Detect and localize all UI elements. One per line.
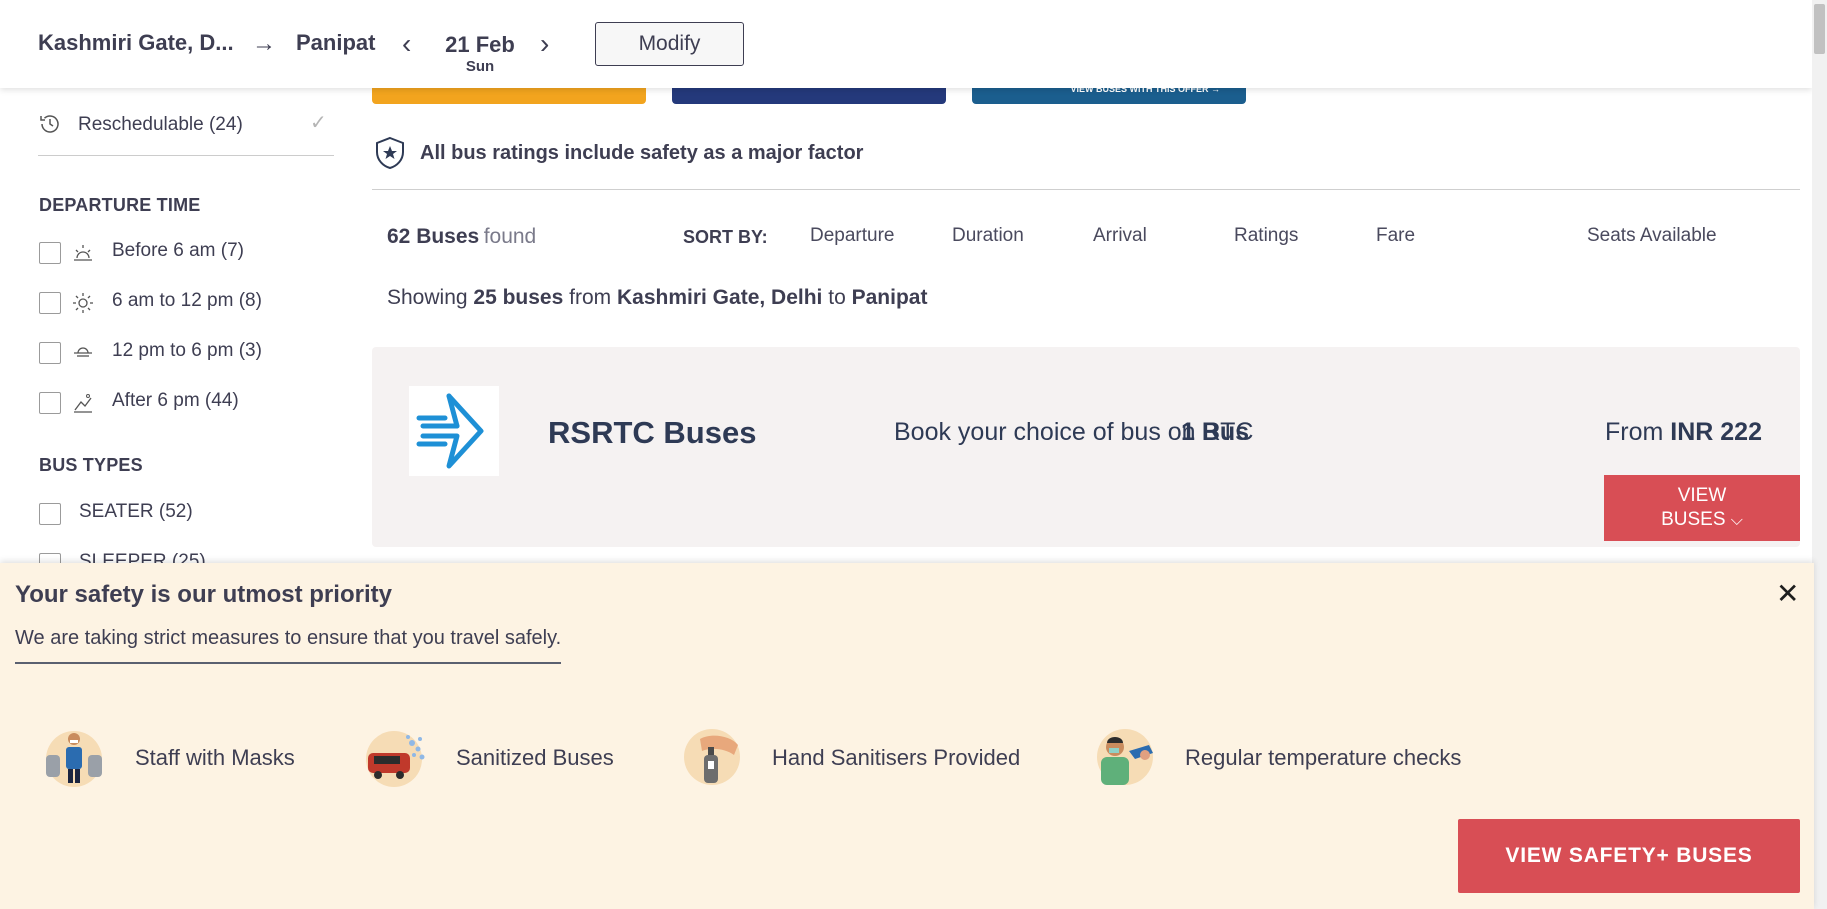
safety-rating-note-text: All bus ratings include safety as a majo… bbox=[420, 142, 864, 164]
view-buses-button[interactable]: VIEW BUSES ⌵ bbox=[1604, 475, 1800, 541]
filter-reschedulable[interactable]: Reschedulable (24) ✓ bbox=[38, 112, 334, 156]
route-source[interactable]: Kashmiri Gate, D... bbox=[38, 30, 234, 56]
sort-fare[interactable]: Fare bbox=[1376, 225, 1415, 247]
checkbox[interactable] bbox=[39, 242, 61, 264]
page-scrollbar[interactable] bbox=[1812, 0, 1827, 909]
view-buses-line1: VIEW bbox=[1677, 485, 1727, 506]
next-date-chevron-icon[interactable]: › bbox=[540, 28, 549, 60]
feature-sanitized-buses-label: Sanitized Buses bbox=[456, 745, 614, 770]
showing-summary: Showing 25 buses from Kashmiri Gate, Del… bbox=[387, 286, 927, 310]
modify-search-button[interactable]: Modify bbox=[595, 22, 744, 66]
search-summary-bar: Kashmiri Gate, D... → Panipat ‹ 21 Feb S… bbox=[0, 0, 1812, 88]
filter-6am-12pm[interactable]: 6 am to 12 pm (8) bbox=[39, 290, 335, 316]
filter-before-6am[interactable]: Before 6 am (7) bbox=[39, 240, 335, 266]
safety-rating-note: All bus ratings include safety as a majo… bbox=[372, 136, 1800, 190]
filter-seater[interactable]: SEATER (52) bbox=[39, 501, 335, 527]
sanitized-bus-icon bbox=[366, 731, 425, 787]
rsrtc-logo-icon bbox=[409, 386, 499, 476]
showing-to: Panipat bbox=[851, 286, 928, 309]
close-icon[interactable]: ✕ bbox=[1776, 577, 1799, 610]
previous-date-chevron-icon[interactable]: ‹ bbox=[402, 28, 411, 60]
feature-staff-masks: Staff with Masks bbox=[42, 725, 342, 789]
departure-time-heading: DEPARTURE TIME bbox=[39, 195, 201, 215]
journey-date[interactable]: 21 Feb bbox=[440, 32, 520, 58]
bus-count-suffix: found bbox=[483, 225, 537, 248]
bus-count: 62 Buses bbox=[387, 225, 480, 248]
sort-departure[interactable]: Departure bbox=[810, 225, 895, 247]
showing-from: Kashmiri Gate, Delhi bbox=[616, 286, 823, 309]
feature-temperature-checks-label: Regular temperature checks bbox=[1185, 745, 1462, 770]
showing-count: 25 buses bbox=[473, 286, 564, 309]
feature-temperature-checks: Regular temperature checks bbox=[1093, 725, 1513, 789]
filter-before-6am-label: Before 6 am (7) bbox=[112, 240, 244, 261]
moon-icon bbox=[74, 394, 92, 413]
filter-after-6pm-label: After 6 pm (44) bbox=[112, 390, 239, 411]
route-arrow-icon: → bbox=[252, 30, 276, 57]
shield-star-icon bbox=[376, 136, 404, 170]
filter-after-6pm[interactable]: After 6 pm (44) bbox=[39, 390, 335, 416]
checkmark-icon: ✓ bbox=[310, 112, 327, 134]
safety-panel-title: Your safety is our utmost priority bbox=[15, 581, 392, 608]
feature-staff-masks-label: Staff with Masks bbox=[135, 745, 295, 770]
safety-priority-panel: Your safety is our utmost priority We ar… bbox=[0, 563, 1814, 909]
fare-value: INR 222 bbox=[1670, 418, 1762, 446]
sort-ratings[interactable]: Ratings bbox=[1234, 225, 1298, 247]
feature-sanitized-buses: Sanitized Buses bbox=[364, 725, 664, 789]
chevron-down-icon: ⌵ bbox=[1730, 512, 1743, 529]
showing-to-word: to bbox=[828, 286, 846, 309]
filter-12pm-6pm-label: 12 pm to 6 pm (3) bbox=[112, 340, 262, 361]
showing-from-word: from bbox=[569, 286, 612, 309]
feature-hand-sanitisers-label: Hand Sanitisers Provided bbox=[772, 745, 1021, 770]
operator-card-rsrtc[interactable]: RSRTC Buses Book your choice of bus on R… bbox=[372, 347, 1800, 547]
view-buses-line2: BUSES ⌵ bbox=[1604, 508, 1800, 533]
hand-sanitiser-icon bbox=[684, 729, 740, 785]
sort-arrival[interactable]: Arrival bbox=[1093, 225, 1147, 247]
operator-name: RSRTC Buses bbox=[548, 415, 757, 450]
operator-fare: From INR 222 bbox=[1605, 418, 1762, 447]
filter-reschedulable-label: Reschedulable (24) bbox=[78, 114, 243, 135]
checkbox[interactable] bbox=[39, 342, 61, 364]
operator-bus-count: 1 Bus bbox=[1181, 418, 1250, 446]
page-scrollbar-thumb[interactable] bbox=[1814, 4, 1825, 54]
view-buses-line2-text: BUSES bbox=[1661, 509, 1726, 530]
showing-prefix: Showing bbox=[387, 286, 468, 309]
filter-12pm-6pm[interactable]: 12 pm to 6 pm (3) bbox=[39, 340, 335, 366]
checkbox[interactable] bbox=[39, 503, 61, 525]
sunrise-icon bbox=[74, 245, 92, 261]
staff-mask-icon bbox=[46, 731, 102, 787]
temperature-check-icon bbox=[1097, 729, 1153, 785]
reschedule-clock-icon bbox=[40, 115, 59, 133]
filter-seater-label: SEATER (52) bbox=[79, 501, 193, 522]
sort-seats-available[interactable]: Seats Available bbox=[1587, 225, 1717, 247]
results-sort-bar: 62 Buses found SORT BY: Departure Durati… bbox=[387, 225, 1807, 255]
route-destination[interactable]: Panipat bbox=[296, 30, 375, 56]
filter-6am-12pm-label: 6 am to 12 pm (8) bbox=[112, 290, 262, 311]
fare-prefix: From bbox=[1605, 418, 1664, 446]
sun-icon bbox=[73, 293, 93, 313]
sort-duration[interactable]: Duration bbox=[952, 225, 1024, 247]
view-safety-buses-button[interactable]: VIEW SAFETY+ BUSES bbox=[1458, 819, 1800, 893]
safety-panel-subtitle: We are taking strict measures to ensure … bbox=[15, 627, 562, 664]
sunset-icon bbox=[74, 347, 92, 357]
checkbox[interactable] bbox=[39, 292, 61, 314]
feature-hand-sanitisers: Hand Sanitisers Provided bbox=[680, 725, 1050, 789]
journey-day: Sun bbox=[465, 58, 495, 75]
bus-types-heading: BUS TYPES bbox=[39, 455, 143, 475]
checkbox[interactable] bbox=[39, 392, 61, 414]
sort-by-label: SORT BY: bbox=[683, 227, 768, 247]
